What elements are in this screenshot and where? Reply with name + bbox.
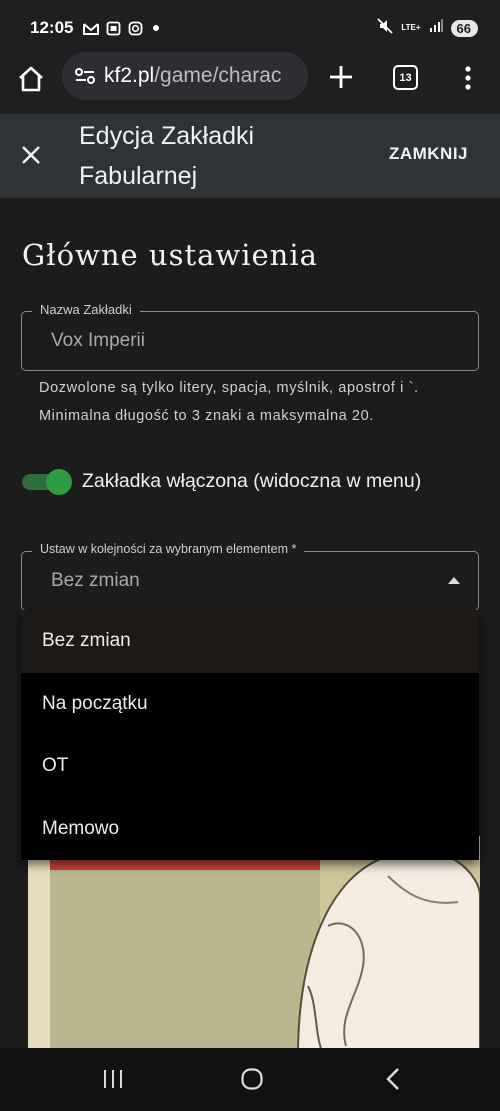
status-icons-left <box>83 20 160 36</box>
close-icon[interactable] <box>20 144 42 166</box>
order-select[interactable]: Ustaw w kolejności za wybranym elementem… <box>21 542 479 611</box>
order-select-label: Ustaw w kolejności za wybranym elementem… <box>32 542 305 556</box>
section-title: Główne ustawienia <box>22 238 318 272</box>
tab-name-field[interactable]: Nazwa Zakładki Vox Imperii <box>21 302 479 371</box>
close-button[interactable]: ZAMKNIJ <box>389 144 468 164</box>
instagram-icon <box>127 20 143 36</box>
status-bar: 12:05 LTE+ 66 <box>0 0 500 56</box>
menu-item-bez-zmian[interactable]: Bez zmian <box>21 610 479 673</box>
menu-item-ot[interactable]: OT <box>21 735 479 798</box>
tab-name-label: Nazwa Zakładki <box>32 302 140 317</box>
dialog-content: Główne ustawienia Nazwa Zakładki Vox Imp… <box>0 198 500 1056</box>
tab-name-input[interactable]: Vox Imperii <box>51 330 145 352</box>
tab-image <box>28 836 480 1056</box>
dialog-header: Edycja Zakładki Fabularnej ZAMKNIJ <box>0 114 500 198</box>
chevron-up-icon[interactable] <box>448 577 460 584</box>
home-nav-icon[interactable] <box>240 1067 264 1091</box>
browser-toolbar: kf2.pl/game/charac 13 <box>0 52 500 114</box>
back-icon[interactable] <box>384 1067 402 1091</box>
notification-dot <box>153 25 160 31</box>
order-dropdown-menu: Bez zmian Na początku OT Memowo <box>21 610 479 860</box>
screenshot-icon <box>105 20 121 36</box>
status-icons-right: LTE+ 66 <box>377 17 478 39</box>
new-tab-icon[interactable] <box>326 62 356 92</box>
enabled-toggle[interactable] <box>22 468 72 495</box>
menu-item-memowo[interactable]: Memowo <box>21 798 479 861</box>
url-path: /game/charac <box>154 64 282 87</box>
enabled-toggle-row[interactable]: Zakładka włączona (widoczna w menu) <box>22 468 421 495</box>
mute-icon <box>377 17 393 39</box>
tab-switcher-button[interactable]: 13 <box>393 65 418 90</box>
more-menu-icon[interactable] <box>458 62 478 94</box>
helper-text: Dozwolone są tylko litery, spacja, myśln… <box>39 380 419 424</box>
address-bar[interactable]: kf2.pl/game/charac <box>62 52 308 100</box>
gmail-icon <box>83 20 100 36</box>
site-settings-icon[interactable] <box>74 65 96 87</box>
enabled-toggle-label[interactable]: Zakładka włączona (widoczna w menu) <box>82 470 421 493</box>
order-select-value[interactable]: Bez zmian <box>51 570 140 592</box>
lte-icon: LTE+ <box>401 23 421 32</box>
home-icon[interactable] <box>16 64 48 96</box>
battery-icon: 66 <box>450 19 478 37</box>
system-nav-bar <box>0 1048 500 1111</box>
url-text[interactable]: kf2.pl/game/charac <box>104 64 281 88</box>
toggle-knob[interactable] <box>46 468 72 495</box>
recents-icon[interactable] <box>102 1068 124 1090</box>
signal-icon <box>429 18 443 38</box>
dialog-title: Edycja Zakładki Fabularnej <box>79 122 255 190</box>
status-time: 12:05 <box>30 18 74 37</box>
url-host: kf2.pl <box>104 64 155 87</box>
menu-item-na-poczatku[interactable]: Na początku <box>21 673 479 736</box>
